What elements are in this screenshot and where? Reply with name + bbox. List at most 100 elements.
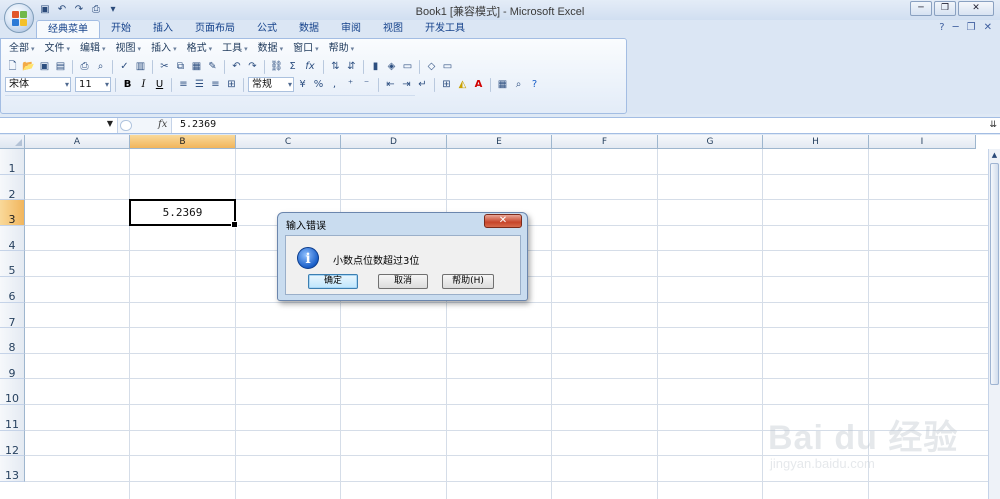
spelling-icon[interactable]: ✓ [117,59,132,74]
align-left-icon[interactable]: ≡ [176,77,191,92]
shapes-icon[interactable]: ◇ [424,59,439,74]
row-header-10[interactable]: 10 [0,379,25,405]
wrap-text-icon[interactable]: ↵ [415,77,430,92]
borders-icon[interactable]: ⊞ [439,77,454,92]
row-header-11[interactable]: 11 [0,405,25,431]
workbook-restore-button[interactable]: ❐ [967,22,976,33]
row-header-13[interactable]: 13 [0,456,25,482]
column-header-b[interactable]: B [130,135,236,149]
save-icon[interactable]: ▣ [38,3,52,17]
column-header-f[interactable]: F [552,135,658,149]
tab-home[interactable]: 开始 [100,20,142,38]
row-header-5[interactable]: 5 [0,251,25,277]
italic-button[interactable]: I [136,77,151,92]
redo-icon[interactable]: ↷ [245,59,260,74]
print-icon[interactable]: ⎙ [89,3,103,17]
menu-view[interactable]: 视图 ▾ [112,42,146,56]
currency-icon[interactable]: ¥ [295,77,310,92]
minimize-button[interactable]: ─ [910,1,932,16]
font-color-icon[interactable]: A [471,77,486,92]
vertical-scrollbar[interactable]: ▲ [988,149,1000,499]
row-header-2[interactable]: 2 [0,174,25,201]
insert-function-button[interactable]: fx [158,119,167,130]
insert-function-icon[interactable]: fx [301,59,319,74]
percent-button[interactable]: % [311,77,326,92]
active-cell-b3[interactable]: 5.2369 [129,199,238,228]
expand-name-box-icon[interactable] [120,120,132,131]
row-header-1[interactable]: 1 [0,149,25,175]
help-icon[interactable]: ? [939,22,944,33]
number-format-select[interactable]: 常规 [248,77,294,92]
workbook-close-button[interactable]: ✕ [984,22,992,33]
menu-window[interactable]: 窗口 ▾ [289,42,323,56]
decrease-indent-icon[interactable]: ⇤ [383,77,398,92]
column-header-c[interactable]: C [236,135,341,149]
help-icon[interactable]: ? [527,77,542,92]
scrollbar-thumb[interactable] [990,163,999,385]
ok-button[interactable]: 确定 [308,274,358,289]
bold-button[interactable]: B [120,77,135,92]
row-header-12[interactable]: 12 [0,430,25,457]
decrease-decimal-icon[interactable]: ⁻ [359,77,374,92]
sort-ascending-icon[interactable]: ⇅ [328,59,343,74]
save-icon[interactable]: ▣ [37,59,52,74]
formula-input[interactable]: 5.2369 [180,119,216,130]
column-header-a[interactable]: A [25,135,130,149]
chart-icon[interactable]: ▮ [368,59,383,74]
cut-icon[interactable]: ✂ [157,59,172,74]
increase-decimal-icon[interactable]: ⁺ [343,77,358,92]
menu-help[interactable]: 帮助 ▾ [325,42,359,56]
permission-icon[interactable]: ▤ [53,59,68,74]
print-preview-icon[interactable]: ⌕ [93,59,108,74]
row-header-4[interactable]: 4 [0,225,25,252]
underline-button[interactable]: U [152,77,167,92]
find-icon[interactable]: ⌕ [511,77,526,92]
column-header-e[interactable]: E [447,135,552,149]
align-center-icon[interactable]: ☰ [192,77,207,92]
menu-insert[interactable]: 插入 ▾ [147,42,181,56]
copy-icon[interactable]: ⧉ [173,59,188,74]
menu-tools[interactable]: 工具 ▾ [218,42,252,56]
name-box[interactable]: ▼ [0,118,118,133]
zoom-icon[interactable]: ▭ [400,59,415,74]
help-button[interactable]: 帮助(H) [442,274,494,289]
tab-data[interactable]: 数据 [288,20,330,38]
select-all-button[interactable] [0,135,25,149]
row-header-3[interactable]: 3 [0,200,25,226]
hyperlink-icon[interactable]: ⛓ [269,59,284,74]
tab-classic-menu[interactable]: 经典菜单 [36,20,100,38]
format-painter-icon[interactable]: ✎ [205,59,220,74]
menu-format[interactable]: 格式 ▾ [183,42,217,56]
research-icon[interactable]: ▥ [133,59,148,74]
new-icon[interactable]: 🗋 [5,59,20,74]
office-button[interactable] [4,3,34,33]
expand-formula-bar-icon[interactable]: ⇊ [989,120,997,130]
row-header-9[interactable]: 9 [0,353,25,380]
drawing-icon[interactable]: ◈ [384,59,399,74]
row-header-8[interactable]: 8 [0,328,25,354]
redo-icon[interactable]: ↷ [72,3,86,17]
picture-icon[interactable]: ▭ [440,59,455,74]
close-button[interactable]: ✕ [958,1,994,16]
row-header-6[interactable]: 6 [0,277,25,303]
comma-button[interactable]: , [327,77,342,92]
open-icon[interactable]: 📂 [21,59,36,74]
increase-indent-icon[interactable]: ⇥ [399,77,414,92]
paste-icon[interactable]: ▦ [189,59,204,74]
fill-color-icon[interactable]: ◭ [455,77,470,92]
scroll-up-icon[interactable]: ▲ [989,149,1000,161]
row-header-7[interactable]: 7 [0,302,25,329]
column-header-d[interactable]: D [341,135,447,149]
merge-center-icon[interactable]: ⊞ [224,77,239,92]
undo-icon[interactable]: ↶ [55,3,69,17]
font-size-select[interactable]: 11 [75,77,111,92]
menu-file[interactable]: 文件 ▾ [41,42,75,56]
tab-view[interactable]: 视图 [372,20,414,38]
column-header-g[interactable]: G [658,135,763,149]
tab-formulas[interactable]: 公式 [246,20,288,38]
autosum-icon[interactable]: Σ [285,59,300,74]
sort-descending-icon[interactable]: ⇵ [344,59,359,74]
tab-developer[interactable]: 开发工具 [414,20,476,38]
restore-button[interactable]: ❐ [934,1,956,16]
chevron-down-icon[interactable]: ▼ [107,119,113,128]
